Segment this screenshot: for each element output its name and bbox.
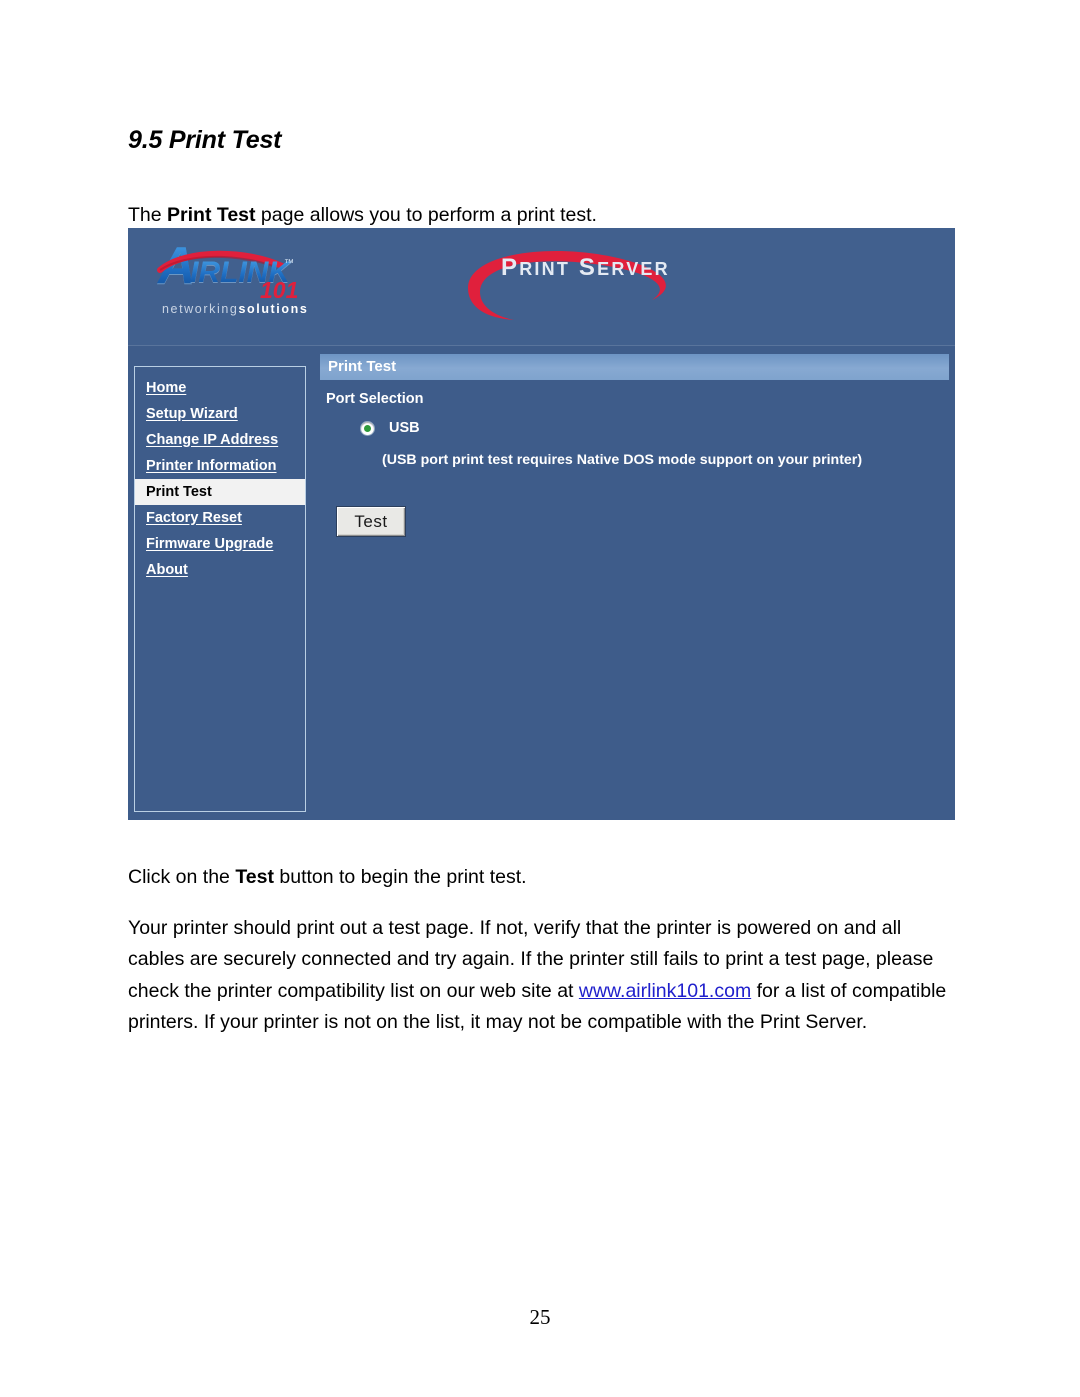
sidebar-item-factory-reset[interactable]: Factory Reset <box>135 505 305 531</box>
page-number: 25 <box>529 1305 551 1329</box>
sidebar-list: Home Setup Wizard Change IP Address Prin… <box>135 367 305 583</box>
page-title: 9.5 Print Test <box>128 126 282 154</box>
radio-usb-label: USB <box>389 420 420 436</box>
usb-dos-mode-hint: (USB port print test requires Native DOS… <box>382 452 863 468</box>
click-prefix: Click on the <box>128 865 236 888</box>
sidebar-item-label: About <box>146 561 188 578</box>
intro-bold-term: Print Test <box>167 203 256 226</box>
airlink-logo-svg: A A IRLINK IRLINK ™ 101 <box>156 240 298 302</box>
sidebar-item-home[interactable]: Home <box>135 375 305 401</box>
airlink-tagline: networkingsolutions <box>162 302 308 316</box>
radio-selected-icon[interactable] <box>360 420 375 436</box>
sidebar-item-label: Factory Reset <box>146 509 242 526</box>
sidebar-item-label: Home <box>146 379 187 396</box>
svg-text:101: 101 <box>260 277 298 302</box>
sidebar-item-label: Setup Wizard <box>146 405 238 422</box>
svg-text:™: ™ <box>284 258 294 269</box>
port-selection-label: Port Selection <box>326 391 424 407</box>
ui-header: A A IRLINK IRLINK ™ 101 networkingsoluti… <box>128 228 955 346</box>
ui-body: Home Setup Wizard Change IP Address Prin… <box>128 346 955 820</box>
test-button[interactable]: Test <box>336 506 406 537</box>
intro-paragraph: The Print Test page allows you to perfor… <box>128 202 597 228</box>
sidebar-navigation: Home Setup Wizard Change IP Address Prin… <box>134 366 306 812</box>
airlink-website-link[interactable]: www.airlink101.com <box>579 980 751 1002</box>
panel-title-print-test: Print Test <box>320 354 949 380</box>
troubleshooting-paragraph: Your printer should print out a test pag… <box>128 913 956 1039</box>
airlink-logo: A A IRLINK IRLINK ™ 101 networkingsoluti… <box>156 240 376 340</box>
tagline-solutions: solutions <box>238 302 309 316</box>
tagline-networking: networking <box>162 302 239 316</box>
intro-suffix: page allows you to perform a print test. <box>255 203 597 226</box>
airlink-logo-mark: A A IRLINK IRLINK ™ 101 <box>156 240 356 302</box>
sidebar-item-label: Change IP Address <box>146 431 279 448</box>
brand-s: S <box>578 254 598 281</box>
click-suffix: button to begin the print test. <box>273 865 527 888</box>
sidebar-item-printer-information[interactable]: Printer Information <box>135 453 305 479</box>
red-swoosh-icon <box>468 250 666 320</box>
print-server-text: PRINT SERVER <box>501 254 670 282</box>
click-instruction-paragraph: Click on the Test button to begin the pr… <box>128 862 527 894</box>
sidebar-item-label: Firmware Upgrade <box>146 535 274 552</box>
click-bold-term: Test <box>235 865 274 888</box>
sidebar-item-firmware-upgrade[interactable]: Firmware Upgrade <box>135 531 305 557</box>
intro-prefix: The <box>128 203 168 226</box>
print-server-wordmark: PRINT SERVER <box>428 236 758 341</box>
sidebar-item-print-test[interactable]: Print Test <box>135 479 305 505</box>
print-server-web-ui-screenshot: A A IRLINK IRLINK ™ 101 networkingsoluti… <box>128 228 955 820</box>
sidebar-item-change-ip-address[interactable]: Change IP Address <box>135 427 305 453</box>
radio-option-usb[interactable]: USB <box>360 420 949 436</box>
main-content-panel: Print Test Port Selection USB (USB port … <box>320 354 949 537</box>
brand-p: P <box>501 254 520 281</box>
sidebar-item-setup-wizard[interactable]: Setup Wizard <box>135 401 305 427</box>
sidebar-item-label: Print Test <box>146 483 212 500</box>
sidebar-item-about[interactable]: About <box>135 557 305 583</box>
brand-erver: ERVER <box>597 259 670 279</box>
brand-rint: RINT <box>519 259 571 279</box>
sidebar-item-label: Printer Information <box>146 457 277 474</box>
